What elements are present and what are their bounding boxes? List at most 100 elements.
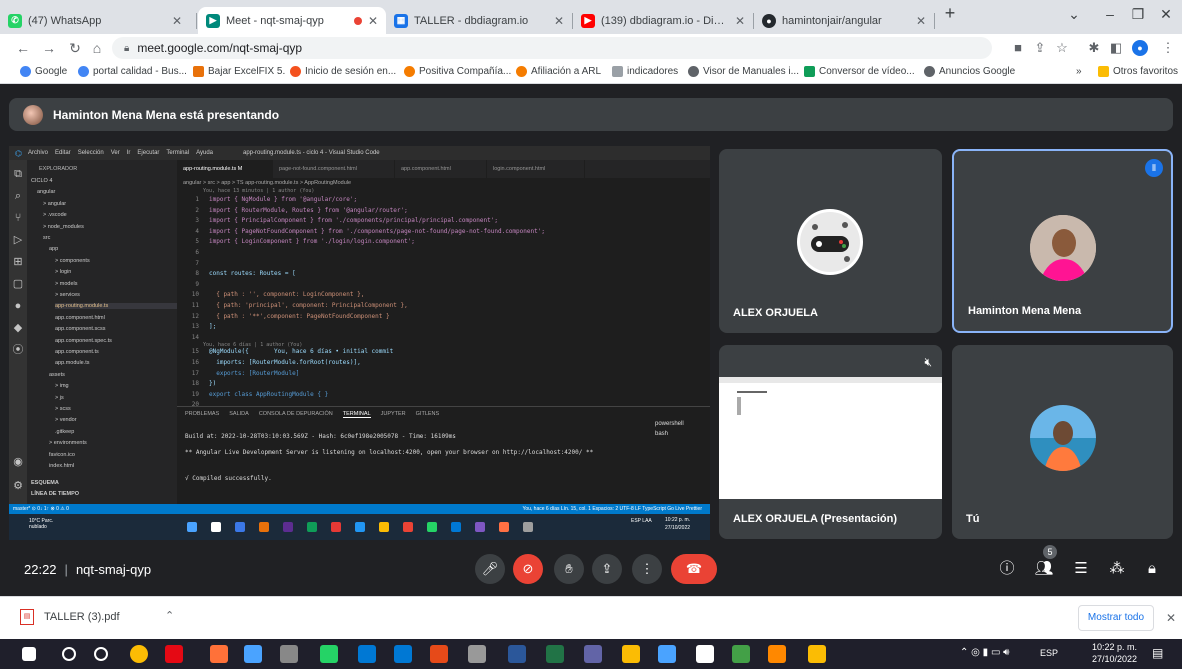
show-all-button[interactable]: Mostrar todo xyxy=(1078,605,1154,631)
line-number: 3 xyxy=(195,217,199,225)
task-view-icon[interactable] xyxy=(94,647,108,661)
chat-icon[interactable]: ☰ xyxy=(1070,558,1092,580)
activities-icon[interactable]: ⁂ xyxy=(1106,558,1128,580)
present-button[interactable]: ⇪ xyxy=(592,554,622,584)
sidebar-icon[interactable]: ◧ xyxy=(1108,40,1124,56)
other-bookmarks-folder[interactable]: Otros favoritos xyxy=(1098,66,1178,77)
notifications-icon[interactable]: ▤ xyxy=(1152,646,1163,660)
explorer-item: > angular xyxy=(43,200,67,207)
tab-dbdiagram[interactable]: ▦ TALLER - dbdiagram.io ✕ xyxy=(386,7,572,34)
close-icon[interactable]: ✕ xyxy=(172,14,182,28)
tab-github[interactable]: ● hamintonjair/angular ✕ xyxy=(754,7,934,34)
netflix-icon[interactable] xyxy=(165,645,183,663)
participant-tile[interactable]: ALEX ORJUELA xyxy=(719,149,942,333)
teams-icon[interactable] xyxy=(584,645,602,663)
login-site-icon xyxy=(290,66,301,77)
app-icon[interactable] xyxy=(732,645,750,663)
chart-icon[interactable] xyxy=(622,645,640,663)
excel-icon[interactable] xyxy=(546,645,564,663)
tab-meet[interactable]: ▶ Meet - nqt-smaj-qyp ✕ xyxy=(198,7,386,34)
back-icon[interactable]: ← xyxy=(14,39,32,57)
windows-start-icon[interactable] xyxy=(22,647,36,661)
media-icon[interactable] xyxy=(280,645,298,663)
forward-icon[interactable]: → xyxy=(40,39,58,57)
bookmark-item[interactable]: Bajar ExcelFIX 5. xyxy=(193,66,285,77)
chrome-icon[interactable] xyxy=(130,645,148,663)
tab-search-icon[interactable]: ⌄ xyxy=(1060,6,1088,26)
whatsapp-icon[interactable] xyxy=(320,645,338,663)
store-icon[interactable] xyxy=(658,645,676,663)
firefox-icon[interactable] xyxy=(210,645,228,663)
menu-icon[interactable]: ⋮ xyxy=(1160,40,1176,56)
bookmark-item[interactable]: portal calidad - Bus... xyxy=(78,66,187,77)
chevron-up-icon[interactable]: ⌃ xyxy=(165,609,174,622)
restore-icon[interactable]: ❐ xyxy=(1124,6,1152,26)
close-icon[interactable]: ✕ xyxy=(368,14,378,28)
language-indicator[interactable]: ESP xyxy=(1040,648,1058,658)
line-number: 18 xyxy=(191,380,199,388)
tab-whatsapp[interactable]: ✆ (47) WhatsApp ✕ xyxy=(0,7,190,34)
share-icon[interactable]: ⇪ xyxy=(1032,40,1048,56)
tab-youtube[interactable]: ▶ (139) dbdiagram.io - Diagramas ✕ xyxy=(573,7,753,34)
profile-avatar-icon[interactable]: ● xyxy=(1132,40,1148,56)
bookmark-item[interactable]: Afiliación a ARL xyxy=(516,66,601,77)
mic-button[interactable]: 🎤︎ xyxy=(475,554,505,584)
minimize-icon[interactable]: – xyxy=(1096,6,1124,26)
bookmark-item[interactable]: Positiva Compañía... xyxy=(404,66,511,77)
bookmark-item[interactable]: Anuncios Google xyxy=(924,66,1015,77)
extensions-icon[interactable]: ✱ xyxy=(1086,40,1102,56)
files-icon[interactable] xyxy=(244,645,262,663)
bookmark-item[interactable]: Inicio de sesión en... xyxy=(290,66,396,77)
reload-icon[interactable]: ↻ xyxy=(66,39,84,57)
bookmark-item[interactable]: Conversor de vídeo... xyxy=(804,66,915,77)
url-input[interactable]: 🔒︎ meet.google.com/nqt-smaj-qyp xyxy=(112,37,992,59)
home-icon[interactable]: ⌂ xyxy=(88,39,106,57)
browser-icon[interactable] xyxy=(468,645,486,663)
participant-tile-active-speaker[interactable]: ⦀ Haminton Mena Mena xyxy=(952,149,1173,333)
terminal-tab: JUPYTER xyxy=(380,411,406,417)
tray-icons[interactable]: ⌃ ◎ ▮ ▭ 🔊︎ xyxy=(960,647,1009,658)
host-controls-lock-icon[interactable]: 🔒︎ xyxy=(1141,558,1163,580)
folder-icon xyxy=(1098,66,1109,77)
leave-call-button[interactable]: ☎ xyxy=(671,554,717,584)
shield-icon[interactable] xyxy=(696,645,714,663)
bookmark-star-icon[interactable]: ☆ xyxy=(1054,40,1070,56)
more-options-button[interactable]: ⋮ xyxy=(632,554,662,584)
word-icon[interactable] xyxy=(508,645,526,663)
people-icon[interactable]: 👥︎ xyxy=(1033,558,1055,580)
bookmarks-more-button[interactable]: » xyxy=(1076,66,1082,77)
photos-icon[interactable] xyxy=(430,645,448,663)
terminal-tab: SALIDA xyxy=(229,411,249,417)
bookmark-item[interactable]: Visor de Manuales i... xyxy=(688,66,799,77)
explorer-item: favicon.ico xyxy=(49,451,75,458)
camera-off-icon: ⊘ xyxy=(522,561,534,576)
raise-hand-button[interactable]: ✋︎ xyxy=(554,554,584,584)
new-tab-button[interactable]: + xyxy=(936,3,964,23)
bookmark-item[interactable]: indicadores xyxy=(612,66,678,77)
outlook-icon[interactable] xyxy=(358,645,376,663)
address-bar-row: ← → ↻ ⌂ 🔒︎ meet.google.com/nqt-smaj-qyp … xyxy=(0,34,1182,62)
vlc-icon[interactable] xyxy=(768,645,786,663)
participant-tile-self[interactable]: Tú xyxy=(952,345,1173,539)
download-file-name[interactable]: TALLER (3).pdf xyxy=(44,611,120,623)
editor-tab: page-not-found.component.html xyxy=(273,160,395,178)
close-icon[interactable]: ✕ xyxy=(916,14,926,28)
camera-button[interactable]: ⊘ xyxy=(513,554,543,584)
meeting-info-icon[interactable]: ⓘ xyxy=(996,558,1018,580)
close-icon[interactable]: ✕ xyxy=(1166,611,1176,625)
close-icon[interactable]: ✕ xyxy=(554,14,564,28)
code-line: const routes: Routes = [ xyxy=(209,270,296,278)
editor-tab: app-routing.module.ts M xyxy=(177,160,273,178)
close-icon[interactable]: ✕ xyxy=(735,14,745,28)
timeline-icon: ⦿ xyxy=(12,344,24,356)
search-icon[interactable] xyxy=(62,647,76,661)
bookmark-item[interactable]: Google xyxy=(20,66,67,77)
close-window-icon[interactable]: ✕ xyxy=(1152,6,1180,26)
participant-tile[interactable]: 🔇︎ ALEX ORJUELA (Presentación) xyxy=(719,345,942,539)
vscode-icon[interactable] xyxy=(394,645,412,663)
date[interactable]: 27/10/2022 xyxy=(1092,654,1137,664)
clock[interactable]: 10:22 p. m. xyxy=(1092,642,1137,652)
star-icon[interactable] xyxy=(808,645,826,663)
settings-gear-icon: ⚙ xyxy=(13,480,23,492)
camera-in-use-icon[interactable]: ■ xyxy=(1010,40,1026,56)
